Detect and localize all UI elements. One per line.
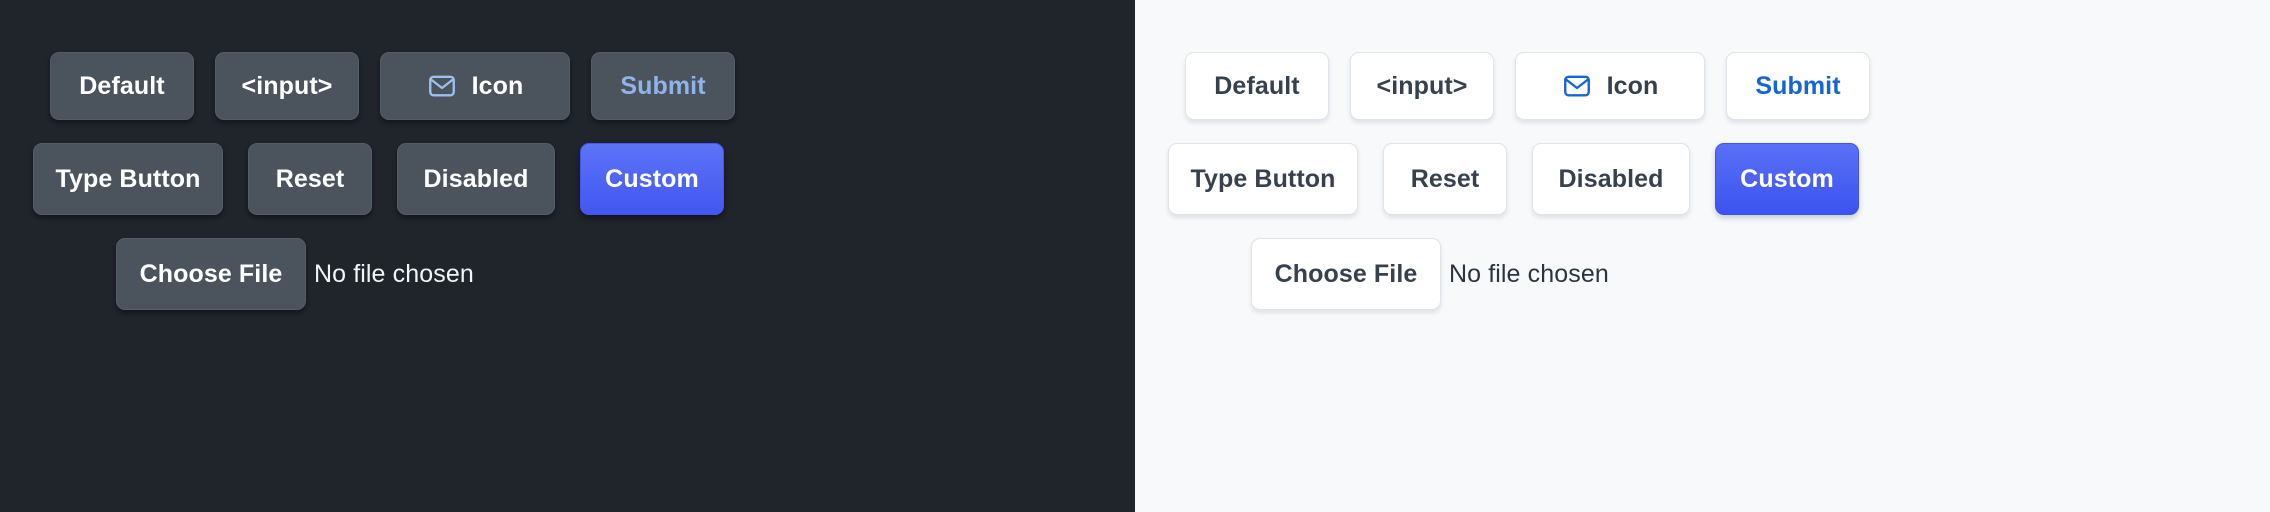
custom-button-label: Custom	[1740, 164, 1834, 193]
icon-button-label: Icon	[471, 71, 524, 100]
input-button-label: <input>	[241, 71, 333, 100]
file-status-text: No file chosen	[314, 259, 474, 288]
dark-row-file: Choose File No file chosen	[0, 238, 1135, 310]
reset-button[interactable]: Reset	[1383, 143, 1507, 215]
choose-file-button-label: Choose File	[139, 259, 283, 288]
dark-row-primary: Default <input> Icon Submit	[0, 52, 1135, 120]
type-button-label: Type Button	[1190, 164, 1336, 193]
default-button[interactable]: Default	[1185, 52, 1329, 120]
submit-button[interactable]: Submit	[1726, 52, 1870, 120]
button-showcase-stage: Default <input> Icon Submit Type Button …	[0, 0, 2270, 512]
choose-file-button[interactable]: Choose File	[116, 238, 306, 310]
submit-button-label: Submit	[1755, 71, 1841, 100]
disabled-button[interactable]: Disabled	[397, 143, 555, 215]
file-status-text: No file chosen	[1449, 259, 1609, 288]
choose-file-button[interactable]: Choose File	[1251, 238, 1441, 310]
input-button[interactable]: <input>	[215, 52, 359, 120]
custom-button[interactable]: Custom	[1715, 143, 1859, 215]
disabled-button-label: Disabled	[1558, 164, 1664, 193]
icon-button[interactable]: Icon	[1515, 52, 1705, 120]
reset-button-label: Reset	[275, 164, 345, 193]
envelope-icon	[427, 71, 457, 101]
light-theme-panel: Default <input> Icon Submit Type Button …	[1135, 0, 2270, 512]
icon-button-label: Icon	[1606, 71, 1659, 100]
input-button[interactable]: <input>	[1350, 52, 1494, 120]
default-button-label: Default	[79, 71, 165, 100]
submit-button[interactable]: Submit	[591, 52, 735, 120]
choose-file-button-label: Choose File	[1274, 259, 1418, 288]
light-row-secondary: Type Button Reset Disabled Custom	[1135, 143, 2270, 215]
envelope-icon	[1562, 71, 1592, 101]
reset-button-label: Reset	[1410, 164, 1480, 193]
light-row-file: Choose File No file chosen	[1135, 238, 2270, 310]
reset-button[interactable]: Reset	[248, 143, 372, 215]
disabled-button[interactable]: Disabled	[1532, 143, 1690, 215]
disabled-button-label: Disabled	[423, 164, 529, 193]
dark-row-secondary: Type Button Reset Disabled Custom	[0, 143, 1135, 215]
default-button-label: Default	[1214, 71, 1300, 100]
custom-button-label: Custom	[605, 164, 699, 193]
type-button-label: Type Button	[55, 164, 201, 193]
type-button[interactable]: Type Button	[1168, 143, 1358, 215]
light-button-rows: Default <input> Icon Submit Type Button …	[1135, 0, 2270, 512]
type-button[interactable]: Type Button	[33, 143, 223, 215]
input-button-label: <input>	[1376, 71, 1468, 100]
dark-button-rows: Default <input> Icon Submit Type Button …	[0, 0, 1135, 512]
submit-button-label: Submit	[620, 71, 706, 100]
default-button[interactable]: Default	[50, 52, 194, 120]
dark-theme-panel: Default <input> Icon Submit Type Button …	[0, 0, 1135, 512]
light-row-primary: Default <input> Icon Submit	[1135, 52, 2270, 120]
custom-button[interactable]: Custom	[580, 143, 724, 215]
icon-button[interactable]: Icon	[380, 52, 570, 120]
